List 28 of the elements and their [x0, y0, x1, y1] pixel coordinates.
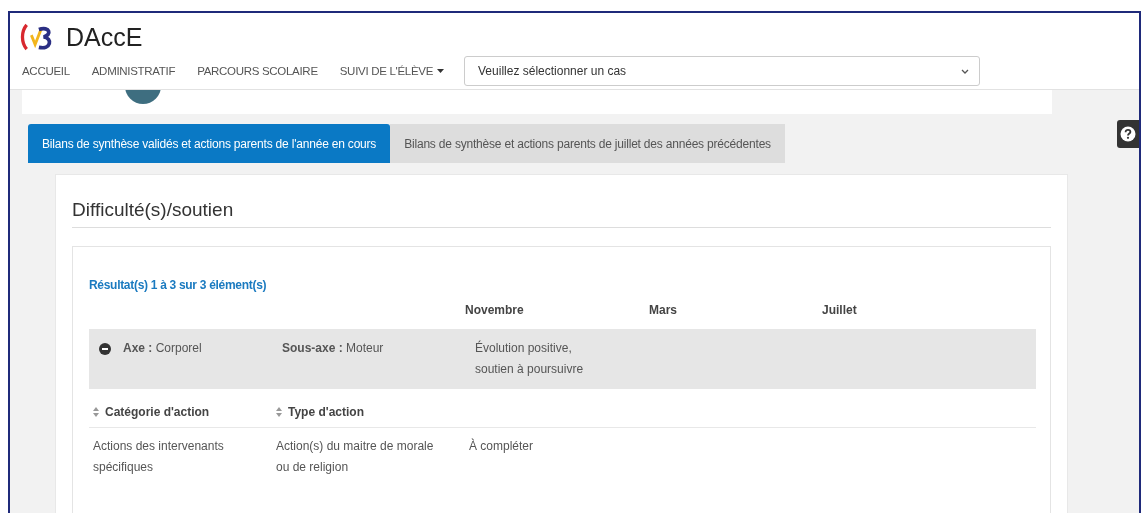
results-count-link[interactable]: Résultat(s) 1 à 3 sur 3 élément(s): [89, 278, 267, 292]
evaluation-text: Évolution positive, soutien à poursuivre: [475, 339, 585, 378]
help-icon: [1120, 126, 1136, 142]
caret-icon: [437, 69, 445, 73]
nav-link[interactable]: PARCOURS SCOLAIRE: [197, 65, 318, 77]
nav-link[interactable]: ACCUEIL: [22, 65, 70, 77]
month-header: Novembre: [465, 303, 525, 317]
tab[interactable]: Bilans de synthèse validés et actions parents de l'année en cours: [28, 124, 391, 163]
sortable-column-header[interactable]: Type d'action: [276, 405, 469, 419]
table-cell-text: Action(s) du maitre de morale ou de religion: [276, 438, 435, 476]
app-title: DAccE: [66, 22, 143, 52]
nav-dropdown[interactable]: SUIVI DE L'ÉLÈVE: [339, 65, 445, 77]
axis-label: Axe : Corporel: [123, 340, 202, 357]
collapse-icon[interactable]: [99, 342, 111, 355]
month-header: Mars: [648, 303, 678, 317]
sub-axis-label: Sous-axe : Moteur: [282, 340, 385, 357]
sortable-column-header[interactable]: Catégorie d'action: [93, 405, 276, 419]
table-cell-text: À compléter: [469, 437, 535, 455]
table-cell-text: Actions des intervenants spécifiques: [93, 438, 225, 476]
nav-link[interactable]: ADMINISTRATIF: [91, 65, 176, 77]
chevron-down-icon: [961, 68, 970, 74]
help-button[interactable]: [1117, 120, 1139, 148]
case-select[interactable]: Veuillez sélectionner un cas: [464, 56, 981, 86]
section-title: Difficulté(s)/soutien: [72, 193, 1051, 228]
tab[interactable]: Bilans de synthèse et actions parents de juillet des années précédentes: [390, 124, 785, 163]
sort-icon: [276, 407, 282, 417]
sort-icon: [93, 407, 99, 417]
month-header: Juillet: [821, 303, 858, 317]
